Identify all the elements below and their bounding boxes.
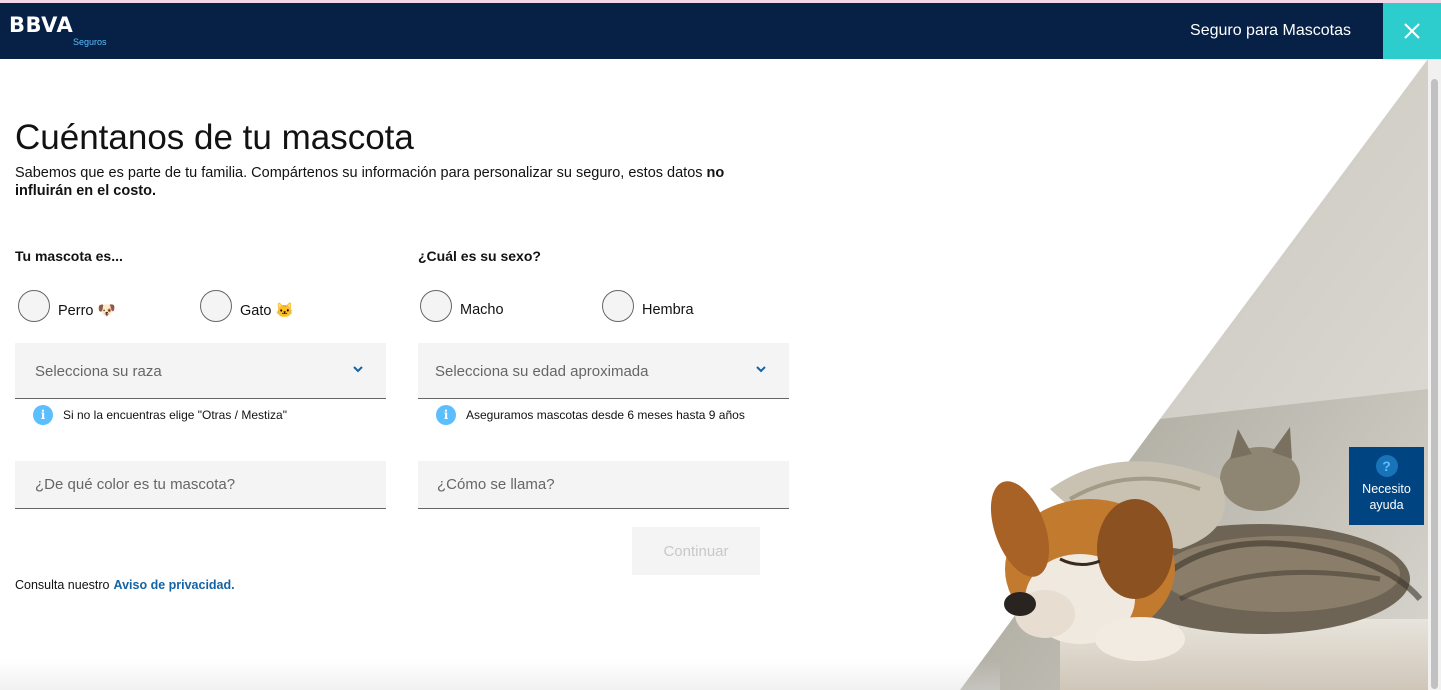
page-subtitle: Sabemos que es parte de tu familia. Comp… — [15, 164, 775, 200]
chevron-down-icon — [353, 366, 363, 373]
close-button[interactable] — [1383, 3, 1441, 59]
help-button[interactable]: ? Necesito ayuda — [1349, 447, 1424, 525]
help-label-line1: Necesito — [1362, 482, 1411, 496]
radio-perro[interactable]: Perro 🐶 — [18, 290, 116, 322]
radio-macho[interactable]: Macho — [420, 290, 504, 322]
logo-subtitle: Seguros — [73, 37, 107, 47]
color-field-wrapper — [15, 461, 386, 509]
info-icon: i — [436, 405, 456, 425]
sex-label: ¿Cuál es su sexo? — [418, 248, 541, 264]
breed-select-placeholder: Selecciona su raza — [35, 363, 162, 380]
page-scrollbar[interactable] — [1428, 59, 1441, 690]
info-icon: i — [33, 405, 53, 425]
app-header: BBVA Seguros Seguro para Mascotas — [0, 3, 1441, 59]
bottom-fade — [0, 660, 1000, 690]
privacy-notice: Consulta nuestro Aviso de privacidad. — [15, 578, 235, 592]
age-hint: i Aseguramos mascotas desde 6 meses hast… — [436, 405, 745, 425]
radio-circle[interactable] — [18, 290, 50, 322]
breed-hint-text: Si no la encuentras elige "Otras / Mesti… — [63, 408, 287, 422]
privacy-text: Consulta nuestro — [15, 578, 110, 592]
bbva-logo[interactable]: BBVA — [9, 14, 73, 36]
radio-label: Hembra — [642, 302, 694, 318]
radio-label: Macho — [460, 302, 504, 318]
page-title: Cuéntanos de tu mascota — [15, 118, 414, 157]
radio-circle[interactable] — [420, 290, 452, 322]
radio-label: Gato 🐱 — [240, 302, 294, 319]
pets-illustration — [960, 59, 1428, 690]
radio-gato[interactable]: Gato 🐱 — [200, 290, 294, 322]
age-select-placeholder: Selecciona su edad aproximada — [435, 363, 649, 380]
scrollbar-thumb[interactable] — [1431, 79, 1438, 689]
age-select[interactable]: Selecciona su edad aproximada — [418, 343, 789, 399]
radio-circle[interactable] — [200, 290, 232, 322]
breed-hint: i Si no la encuentras elige "Otras / Mes… — [33, 405, 287, 425]
question-icon: ? — [1375, 455, 1398, 477]
chevron-down-icon — [756, 366, 766, 373]
header-title: Seguro para Mascotas — [1190, 22, 1351, 39]
radio-circle[interactable] — [602, 290, 634, 322]
help-label-line2: ayuda — [1369, 498, 1404, 512]
continue-button[interactable]: Continuar — [632, 527, 760, 575]
radio-label: Perro 🐶 — [58, 302, 116, 319]
close-icon — [1404, 23, 1420, 39]
age-hint-text: Aseguramos mascotas desde 6 meses hasta … — [466, 408, 745, 422]
color-field[interactable] — [15, 461, 386, 508]
subtitle-text: Sabemos que es parte de tu familia. Comp… — [15, 165, 707, 181]
name-field[interactable] — [418, 461, 789, 508]
breed-select[interactable]: Selecciona su raza — [15, 343, 386, 399]
privacy-link[interactable]: Aviso de privacidad. — [114, 578, 235, 592]
radio-hembra[interactable]: Hembra — [602, 290, 694, 322]
pet-type-label: Tu mascota es... — [15, 248, 123, 264]
name-field-wrapper — [418, 461, 789, 509]
hero-pets-image — [960, 59, 1428, 690]
